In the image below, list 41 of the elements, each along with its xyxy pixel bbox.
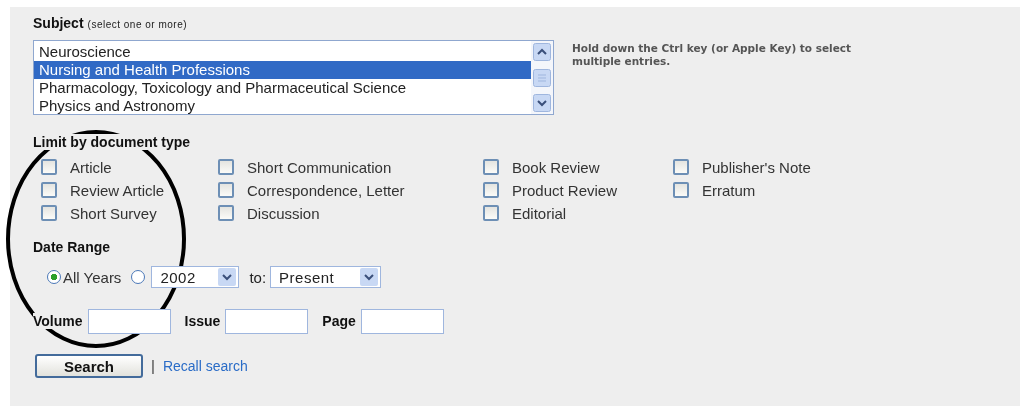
checkbox[interactable] <box>483 182 499 198</box>
checkbox[interactable] <box>41 205 57 221</box>
input-field[interactable] <box>360 308 444 334</box>
subject-listbox[interactable]: Neuroscience Nursing and Health Professions Pharmacology, Toxicology and Pharmaceutical Science Physics and Astronomy <box>33 40 554 115</box>
field-label: Volume <box>33 313 83 329</box>
checkbox[interactable] <box>41 182 57 198</box>
date-range-heading: Date Range <box>33 239 111 255</box>
checkbox[interactable] <box>41 159 57 175</box>
checkbox[interactable] <box>218 205 234 221</box>
input-field[interactable] <box>87 308 171 334</box>
checkbox[interactable] <box>218 159 234 175</box>
subject-hint: (select one or more) <box>87 19 188 30</box>
field-label: Page <box>322 313 356 329</box>
recall-search-link[interactable]: Recall search <box>162 358 248 374</box>
scrollbar[interactable] <box>531 41 553 114</box>
subject-option[interactable]: Physics and Astronomy <box>34 97 531 115</box>
input-field[interactable] <box>225 308 309 334</box>
to-label: to: <box>249 268 267 286</box>
checkbox[interactable] <box>218 182 234 198</box>
dropdown-icon[interactable] <box>218 268 237 286</box>
scroll-down-icon[interactable] <box>533 94 551 112</box>
radio-button[interactable] <box>47 270 61 284</box>
subject-label: Subject <box>33 15 84 31</box>
search-button[interactable]: Search <box>35 354 143 378</box>
checkbox[interactable] <box>483 159 499 175</box>
subject-option[interactable]: Neuroscience <box>34 43 531 61</box>
multi-select-note: Hold down the Ctrl key (or Apple Key) to select multiple entries. <box>572 41 853 69</box>
checkbox[interactable] <box>673 159 689 175</box>
subject-option[interactable]: Nursing and Health Professions <box>34 61 531 79</box>
checkbox[interactable] <box>673 182 689 198</box>
separator: | <box>151 358 155 374</box>
scroll-up-icon[interactable] <box>533 43 551 61</box>
radio-button[interactable] <box>131 270 146 284</box>
to-year-select[interactable]: Present <box>270 266 382 288</box>
dropdown-icon[interactable] <box>360 268 379 286</box>
checkbox[interactable] <box>483 205 499 221</box>
field-label: Issue <box>184 313 221 329</box>
scroll-thumb-icon[interactable] <box>533 68 551 87</box>
from-year-select[interactable]: 2002 <box>151 266 240 288</box>
subject-option[interactable]: Pharmacology, Toxicology and Pharmaceutical Science <box>34 79 531 97</box>
document-type-heading: Limit by document type <box>33 134 191 150</box>
